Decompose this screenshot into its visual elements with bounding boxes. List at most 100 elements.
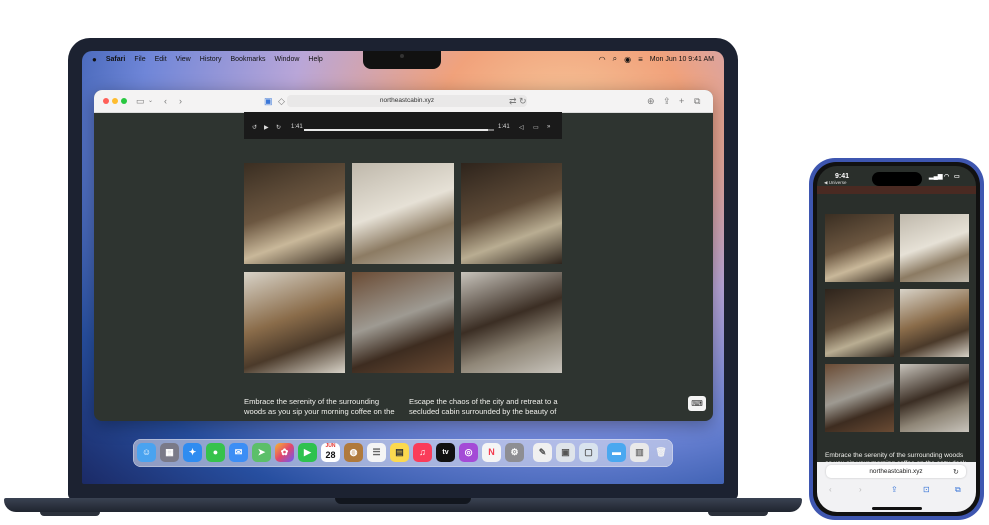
menu-view[interactable]: View [176,56,191,63]
phone-photo-cabin-wood-stove[interactable] [825,289,894,357]
minimize-window-button[interactable] [112,98,118,104]
fullscreen-icon[interactable]: » [547,124,550,130]
safari-icon[interactable]: ✦ [183,443,202,462]
description-right: Escape the chaos of the city and retreat… [409,397,558,417]
photo-cabin-bedroom[interactable] [352,163,454,264]
tab-overview-icon[interactable]: ⧉ [694,94,700,108]
apple-menu-icon[interactable]: ● [92,55,97,64]
phone-address-bar[interactable]: northeastcabin.xyz [826,465,966,478]
back-icon[interactable]: ‹ [164,94,167,108]
phone-photo-cabin-dining-nook[interactable] [825,214,894,282]
video-remaining-time: 1:41 [498,124,510,130]
maps-icon[interactable]: ➤ [252,443,271,462]
photo-fill [461,163,562,264]
home-indicator [872,507,922,510]
translate-icon[interactable]: ⇄ [509,94,517,108]
photo-cabin-wood-stove[interactable] [461,163,562,264]
menu-clock[interactable]: Mon Jun 10 9:41 AM [650,56,714,63]
camera-icon [400,54,404,58]
address-bar[interactable]: northeastcabin.xyz [287,95,527,107]
phone-bookmarks-icon[interactable]: ⊡ [923,485,930,494]
downloads-folder-icon[interactable]: ▬ [607,443,626,462]
photo-fill [352,163,454,264]
menu-app-name[interactable]: Safari [106,56,125,63]
phone-address-bar-url: northeastcabin.xyz [869,468,923,475]
photo-fill [244,272,345,373]
zoom-window-button[interactable] [121,98,127,104]
messages-icon[interactable]: ● [206,443,225,462]
phone-photo-cabin-living-room[interactable] [825,364,894,432]
pages-icon[interactable]: ✎ [533,443,552,462]
translate-button[interactable]: ⌨ [688,396,706,411]
phone-photo-cabin-desk[interactable] [900,289,969,357]
video-current-time: 1:41 [291,124,303,130]
page-header-strip [817,186,976,194]
menu-file[interactable]: File [134,56,145,63]
phone-photo-cabin-kitchen[interactable] [900,364,969,432]
photos-icon[interactable]: ✿ [275,443,294,462]
photo-cabin-kitchen[interactable] [461,272,562,373]
close-window-button[interactable] [103,98,109,104]
mail-icon[interactable]: ✉ [229,443,248,462]
skip-forward-icon[interactable]: ↻ [276,124,281,131]
music-icon[interactable]: ♫ [413,443,432,462]
menu-edit[interactable]: Edit [155,56,167,63]
app-window-icon[interactable]: ▢ [579,443,598,462]
phone-share-icon[interactable]: ⇪ [891,485,898,494]
photo-fill [461,272,562,373]
mute-icon[interactable]: ◁ [519,124,524,131]
skip-back-icon[interactable]: ↺ [252,124,257,131]
wifi-icon[interactable]: ◠ [599,55,606,64]
notes-icon[interactable]: ▤ [390,443,409,462]
menu-history[interactable]: History [200,56,222,63]
control-center-icon[interactable]: ≡ [638,55,643,64]
photo-cabin-living-room[interactable] [352,272,454,373]
video-player[interactable]: ↺ ▶ ↻ 1:41 1:41 ◁ ▭ » [244,112,562,139]
photo-cabin-dining-nook[interactable] [244,163,345,264]
calendar-day: 28 [325,450,336,460]
settings-icon[interactable]: ⚙ [505,443,524,462]
preview-icon[interactable]: ▣ [556,443,575,462]
share-icon[interactable]: ⇪ [663,94,671,108]
photo-fill [825,214,894,282]
launchpad-icon[interactable]: ▦ [160,443,179,462]
podcasts-icon[interactable]: ◎ [459,443,478,462]
calendar-icon[interactable]: JUN 28 [321,443,340,462]
video-scrubber[interactable] [304,129,494,131]
finder-icon[interactable]: ☺ [137,443,156,462]
phone-safari-toolbar: ▤ northeastcabin.xyz ↻ ‹ › ⇪ ⊡ ⧉ [817,462,976,512]
tab-group-icon[interactable]: ▣ [264,94,273,108]
chevron-down-icon[interactable]: ⌄ [148,94,153,108]
airplay-icon[interactable]: ▭ [533,124,539,131]
phone-photo-cabin-bedroom[interactable] [900,214,969,282]
menu-bookmarks[interactable]: Bookmarks [230,56,265,63]
photo-cabin-desk[interactable] [244,272,345,373]
phone-forward-icon[interactable]: › [859,485,862,494]
safari-toolbar: ▭ ⌄ ‹ › ▣ ◇ northeastcabin.xyz ⇄ ↻ ⊕ ⇪ +… [94,90,713,113]
reminders-icon[interactable]: ☰ [367,443,386,462]
documents-stack-icon[interactable]: ▥ [630,443,649,462]
download-icon[interactable]: ⊕ [647,94,655,108]
new-tab-icon[interactable]: + [679,94,684,108]
privacy-shield-icon[interactable]: ◇ [278,94,285,108]
contacts-icon[interactable]: ◍ [344,443,363,462]
safari-window: ▭ ⌄ ‹ › ▣ ◇ northeastcabin.xyz ⇄ ↻ ⊕ ⇪ +… [94,90,713,421]
iphone-clock: 9:41 [835,173,850,180]
phone-tabs-icon[interactable]: ⧉ [955,485,961,495]
forward-icon[interactable]: › [179,94,182,108]
facetime-icon[interactable]: ▶ [298,443,317,462]
sidebar-icon[interactable]: ▭ [136,94,145,108]
reload-icon[interactable]: ↻ [519,94,527,108]
spotlight-icon[interactable]: ⌕ [613,54,617,64]
photo-fill [900,289,969,357]
tv-icon[interactable]: tv [436,443,455,462]
play-icon[interactable]: ▶ [264,124,269,131]
phone-reload-icon[interactable]: ↻ [953,468,959,476]
photo-fill [825,364,894,432]
menu-help[interactable]: Help [308,56,322,63]
trash-icon[interactable]: 🗑 [653,443,669,462]
menu-window[interactable]: Window [275,56,300,63]
news-icon[interactable]: N [482,443,501,462]
user-icon[interactable]: ◉ [624,55,631,64]
phone-back-icon[interactable]: ‹ [829,485,832,494]
